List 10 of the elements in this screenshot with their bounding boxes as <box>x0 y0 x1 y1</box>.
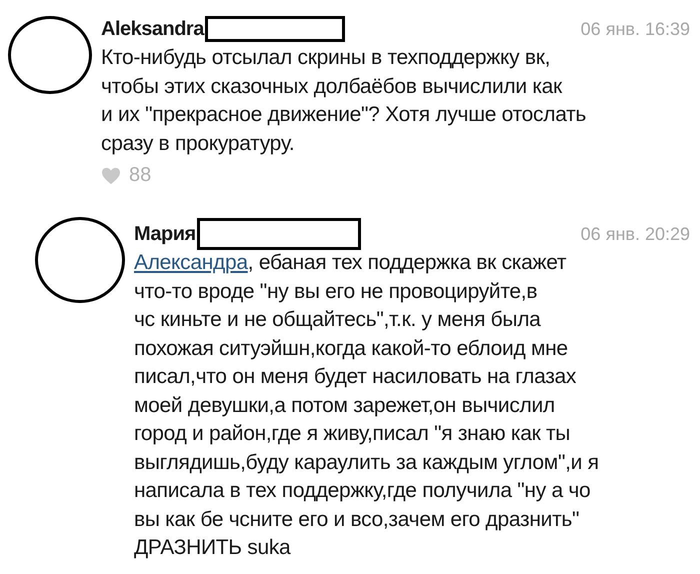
comment-text: Александра, ебаная тех поддержка вк скажет что-то вроде "ну вы его не провоцируйте,в чс киньте и не общайтесь",т.к. у меня была похожая ситуэйшн,когда какой-то еблоид мне писал,что он меня будет насиловать на глазах моей девушки,а потом зарежет,он вычислил город и район,где я живу,писал "я знаю как ты выглядишь,буду караулить за каждым углом",и я написала в тех поддержку,где получила "ну а чо вы как бе чсните его и всо,зачем его дразнить" ДРАЗНИТЬ suka <box>134 250 600 561</box>
like-count: 88 <box>129 164 152 187</box>
mention-link[interactable]: Александра <box>134 251 248 274</box>
avatar-circle[interactable] <box>8 16 92 94</box>
author-name[interactable]: Aleksandra <box>101 18 204 40</box>
comment-date: 06 янв. 16:39 <box>580 18 690 40</box>
comment-text: Кто-нибудь отсылал скрины в техподдержку вк, чтобы этих сказочных долбаёбов вычислили как и их "прекрасное движение"? Хотя лучше отослать сразу в прокуратуру. <box>101 45 588 156</box>
author-name[interactable]: Мария <box>134 222 196 246</box>
comment-date: 06 янв. 20:29 <box>580 224 690 244</box>
avatar-circle[interactable] <box>35 217 125 303</box>
